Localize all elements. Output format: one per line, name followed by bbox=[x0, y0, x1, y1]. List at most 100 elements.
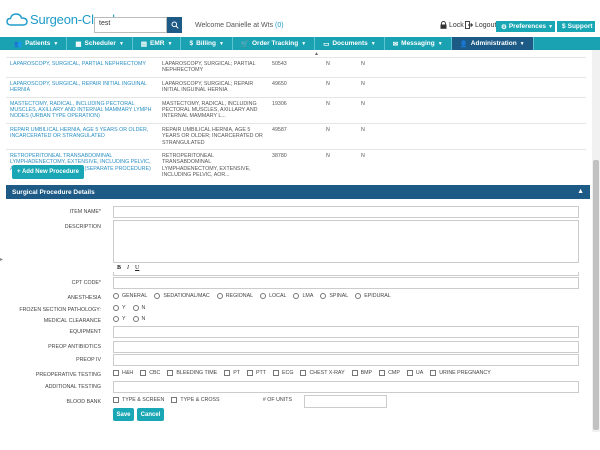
testing-option[interactable]: CMP bbox=[379, 370, 400, 376]
support-menu[interactable]: $ Support ▼ bbox=[557, 21, 600, 32]
add-new-procedure-button[interactable]: + Add New Procedure bbox=[12, 165, 84, 179]
anesthesia-option[interactable]: GENERAL bbox=[113, 293, 147, 299]
preferences-menu[interactable]: ⚙ Preferences ▼ bbox=[496, 21, 555, 32]
anesthesia-option[interactable]: LMA bbox=[293, 293, 313, 299]
radio-button[interactable] bbox=[132, 305, 139, 311]
nav-patients[interactable]: 👥 Patients ▼ bbox=[6, 37, 68, 50]
checkbox[interactable] bbox=[140, 370, 147, 376]
procedure-name-link[interactable]: MASTECTOMY, RADICAL, INCLUDING PECTORAL … bbox=[6, 96, 158, 124]
search-icon bbox=[171, 21, 179, 29]
nav-scheduler[interactable]: ▦ Scheduler ▼ bbox=[67, 37, 133, 50]
welcome-text: Welcome Danielle at Wts bbox=[195, 22, 274, 29]
main-content: ▲ LAPAROSCOPY, SURGICAL, PARTIAL NEPHREC… bbox=[6, 50, 590, 432]
description-textarea[interactable] bbox=[113, 220, 579, 263]
checkbox[interactable] bbox=[246, 370, 253, 376]
cart-icon: 🛒 bbox=[240, 40, 249, 48]
radio-button[interactable] bbox=[216, 293, 223, 299]
testing-option[interactable]: URINE PREGNANCY bbox=[430, 370, 491, 376]
radio-button[interactable] bbox=[113, 316, 119, 322]
preop-iv-input[interactable] bbox=[113, 354, 579, 366]
blood-bank-option[interactable]: TYPE & SCREEN bbox=[113, 397, 164, 403]
radio-button[interactable] bbox=[113, 293, 119, 299]
cpt-code-input[interactable] bbox=[113, 277, 579, 289]
table-row[interactable]: LAPAROSCOPY, SURGICAL, PARTIAL NEPHRECTO… bbox=[6, 57, 586, 78]
sidebar-toggle-icon[interactable]: ▸ bbox=[0, 256, 3, 263]
checkbox[interactable] bbox=[224, 370, 231, 376]
checkbox[interactable] bbox=[171, 397, 178, 403]
checkbox[interactable] bbox=[113, 397, 119, 403]
nav-messaging[interactable]: ✉ Messaging ▼ bbox=[385, 37, 452, 50]
scrollbar-thumb[interactable] bbox=[593, 160, 599, 430]
medical-clearance-label: MEDICAL CLEARANCE bbox=[43, 318, 101, 324]
checkbox[interactable] bbox=[351, 370, 358, 376]
anesthesia-option[interactable]: EPIDURAL bbox=[355, 293, 391, 299]
checkbox[interactable] bbox=[113, 370, 119, 376]
radio-button[interactable] bbox=[355, 293, 362, 299]
testing-option[interactable]: UA bbox=[406, 370, 423, 376]
medical-yes-option[interactable]: Y bbox=[113, 316, 126, 322]
checkbox[interactable] bbox=[430, 370, 437, 376]
anesthesia-option[interactable]: SEDATIONAL/MAC bbox=[154, 293, 210, 299]
underline-button[interactable]: U bbox=[135, 265, 139, 271]
procedure-name-link[interactable]: REPAIR UMBILICAL HERNIA, AGE 5 YEARS OR … bbox=[6, 122, 158, 150]
anesthesia-option[interactable]: SPINAL bbox=[320, 293, 348, 299]
medical-no-option[interactable]: N bbox=[132, 316, 145, 322]
units-label: # OF UNITS bbox=[262, 397, 292, 403]
table-row[interactable]: RETROPERITONEAL TRANSABDOMINAL LYMPHADEN… bbox=[6, 149, 586, 182]
testing-option[interactable]: PTT bbox=[246, 370, 266, 376]
message-count[interactable]: (0) bbox=[275, 22, 284, 29]
description-editor-bottom bbox=[113, 272, 579, 276]
radio-button[interactable] bbox=[293, 293, 300, 299]
cancel-button[interactable]: Cancel bbox=[137, 408, 164, 421]
italic-button[interactable]: I bbox=[127, 265, 129, 271]
anesthesia-option[interactable]: LOCAL bbox=[260, 293, 286, 299]
nav-documents[interactable]: ▭ Documents ▼ bbox=[315, 37, 385, 50]
testing-option[interactable]: ECG bbox=[273, 370, 293, 376]
radio-button[interactable] bbox=[132, 316, 139, 322]
table-row[interactable]: MASTECTOMY, RADICAL, INCLUDING PECTORAL … bbox=[6, 96, 586, 124]
checkbox[interactable] bbox=[406, 370, 413, 376]
checkbox[interactable] bbox=[300, 370, 307, 376]
checkbox[interactable] bbox=[167, 370, 174, 376]
sort-arrow-icon[interactable]: ▲ bbox=[314, 51, 319, 57]
checkbox[interactable] bbox=[379, 370, 386, 376]
anesthesia-option[interactable]: REGIONAL bbox=[216, 293, 253, 299]
testing-option[interactable]: CHEST X-RAY bbox=[300, 370, 345, 376]
frozen-yes-option[interactable]: Y bbox=[113, 305, 126, 311]
lock-link[interactable]: Lock bbox=[440, 21, 464, 29]
table-row[interactable]: REPAIR UMBILICAL HERNIA, AGE 5 YEARS OR … bbox=[6, 122, 586, 150]
nav-order-tracking[interactable]: 🛒 Order Tracking ▼ bbox=[233, 37, 316, 50]
preop-antibiotics-input[interactable] bbox=[113, 341, 579, 353]
nav-administration[interactable]: 👤 Administration ▼ bbox=[451, 37, 534, 50]
testing-option[interactable]: CBC bbox=[140, 370, 160, 376]
search-button[interactable] bbox=[167, 17, 182, 33]
radio-button[interactable] bbox=[113, 305, 119, 311]
radio-button[interactable] bbox=[154, 293, 161, 299]
save-button[interactable]: Save bbox=[113, 408, 134, 421]
nav-emr[interactable]: ▤ EMR ▼ bbox=[133, 37, 182, 50]
checkbox[interactable] bbox=[273, 370, 279, 376]
testing-option[interactable]: H&H bbox=[113, 370, 133, 376]
testing-option[interactable]: BMP bbox=[351, 370, 372, 376]
testing-option[interactable]: BLEEDING TIME bbox=[167, 370, 217, 376]
bold-button[interactable]: B bbox=[117, 265, 121, 271]
anesthesia-options: GENERAL SEDATIONAL/MAC REGIONAL LOCAL LM… bbox=[113, 293, 398, 299]
logout-link[interactable]: Logout bbox=[465, 21, 496, 29]
nav-billing[interactable]: $ Billing ▼ bbox=[181, 37, 233, 50]
frozen-no-option[interactable]: N bbox=[132, 305, 145, 311]
procedure-name-link[interactable]: LAPAROSCOPY, SURGICAL, REPAIR INITIAL IN… bbox=[6, 76, 158, 98]
search-input[interactable]: test bbox=[94, 17, 167, 33]
additional-testing-input[interactable] bbox=[113, 381, 579, 393]
collapse-icon[interactable]: ▲ bbox=[577, 188, 584, 195]
procedure-name-link[interactable]: LAPAROSCOPY, SURGICAL, PARTIAL NEPHRECTO… bbox=[6, 57, 158, 78]
radio-button[interactable] bbox=[260, 293, 267, 299]
nav-patients-label: Patients bbox=[25, 40, 51, 47]
table-row[interactable]: LAPAROSCOPY, SURGICAL, REPAIR INITIAL IN… bbox=[6, 76, 586, 98]
testing-option[interactable]: PT bbox=[224, 370, 240, 376]
units-input[interactable] bbox=[304, 395, 387, 408]
top-bar: Surgeon-Cloud test Welcome Danielle at W… bbox=[0, 0, 600, 36]
details-panel-header[interactable]: Surgical Procedure Details ▲ bbox=[6, 185, 590, 199]
item-name-input[interactable] bbox=[113, 206, 579, 218]
equipment-input[interactable] bbox=[113, 326, 579, 338]
radio-button[interactable] bbox=[320, 293, 327, 299]
